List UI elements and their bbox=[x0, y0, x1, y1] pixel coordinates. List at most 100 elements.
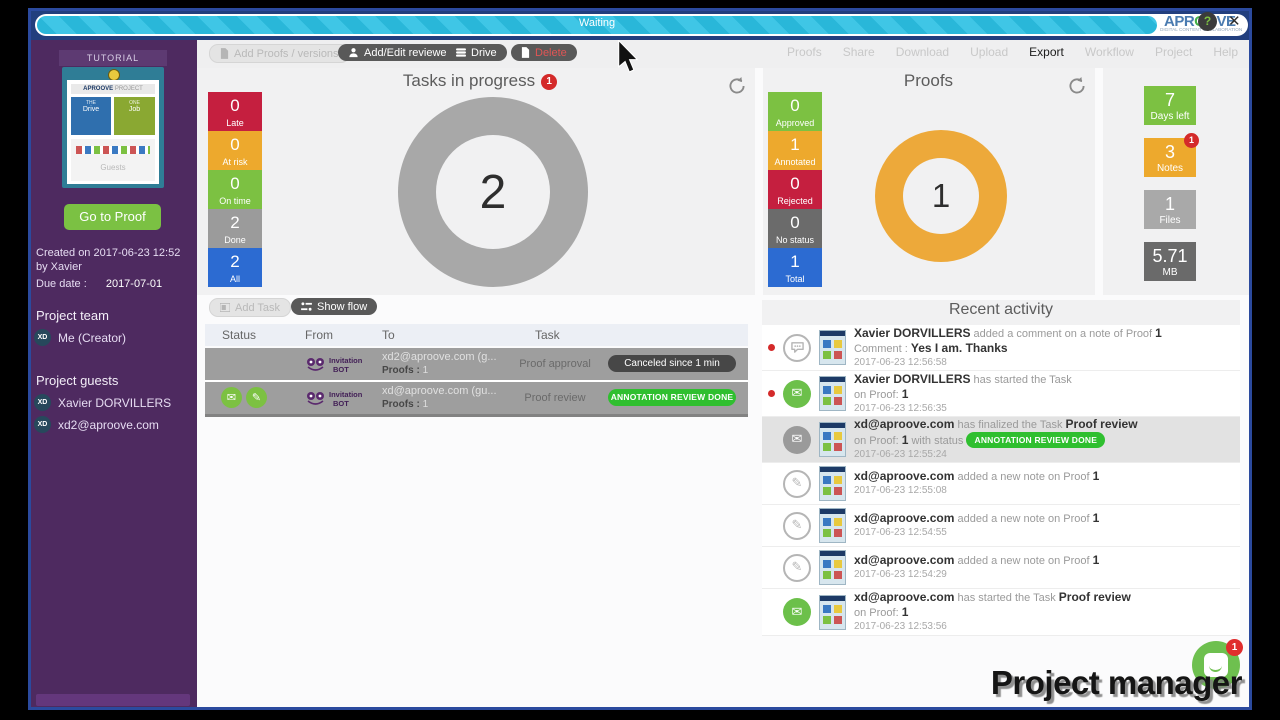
guest-row: XDxd2@aproove.com bbox=[34, 416, 159, 434]
thumbnail-avatars bbox=[76, 146, 150, 154]
top-menu: Proofs Share Download Upload Export Work… bbox=[800, 45, 1238, 59]
delete-button[interactable]: Delete bbox=[511, 44, 577, 61]
drive-button[interactable]: Drive bbox=[446, 44, 507, 61]
task-status-badge[interactable]: ANNOTATION REVIEW DONE bbox=[608, 389, 736, 406]
project-name-label: TUTORIAL bbox=[59, 50, 167, 66]
tasks-count-badge: 1 bbox=[541, 74, 557, 90]
stat-no-status: 0No status bbox=[768, 209, 822, 248]
thumbnail-job-box: ONEJob bbox=[114, 97, 155, 135]
menu-item-proofs[interactable]: Proofs bbox=[787, 45, 822, 59]
activity-item[interactable]: ✉ Xavier DORVILLERS has started the Task… bbox=[762, 371, 1240, 417]
help-icon[interactable]: ? bbox=[1198, 12, 1217, 31]
proof-thumbnail[interactable] bbox=[819, 422, 846, 457]
due-date-row: Due date : 2017-07-01 bbox=[36, 277, 162, 291]
refresh-icon[interactable] bbox=[726, 75, 748, 97]
menu-item-download[interactable]: Download bbox=[896, 45, 949, 59]
stat-approved: 0Approved bbox=[768, 92, 822, 131]
due-date-value: 2017-07-01 bbox=[106, 278, 162, 290]
guest-row: XDXavier DORVILLERS bbox=[34, 394, 171, 412]
col-from: From bbox=[305, 328, 333, 342]
activity-item[interactable]: ✎ xd@aproove.com added a new note on Pro… bbox=[762, 463, 1240, 505]
task-icon bbox=[220, 303, 230, 312]
close-icon[interactable]: ✕ bbox=[1228, 12, 1241, 30]
comment-icon bbox=[783, 334, 811, 362]
invitation-bot-icon bbox=[305, 390, 327, 406]
mail-icon[interactable]: ✉ bbox=[221, 387, 242, 408]
proof-thumbnail[interactable] bbox=[819, 466, 846, 501]
project-guests-title: Project guests bbox=[36, 373, 118, 388]
tasks-panel-title: Tasks in progress1 bbox=[205, 71, 755, 91]
stat-all: 2All bbox=[208, 248, 262, 287]
size-tile: 5.71MB bbox=[1144, 242, 1196, 281]
activity-title: Recent activity bbox=[762, 301, 1240, 319]
col-status: Status bbox=[222, 328, 256, 342]
task-row[interactable]: ✉ ✎ Invitation BOT xd@aproove.com (gu...… bbox=[205, 382, 748, 417]
proof-thumbnail[interactable] bbox=[819, 376, 846, 411]
thumbnail-header: APROOVE PROJECT bbox=[71, 84, 155, 94]
proof-thumbnail[interactable] bbox=[819, 595, 846, 630]
sidebar-scrollbar[interactable] bbox=[36, 694, 190, 706]
mail-plus-icon: ✉ bbox=[783, 426, 811, 454]
mouse-cursor bbox=[617, 40, 639, 78]
invitation-bot-icon bbox=[305, 356, 327, 372]
activity-item[interactable]: ✉ xd@aproove.com has started the Task Pr… bbox=[762, 589, 1240, 636]
document-icon bbox=[521, 47, 530, 58]
pencil-icon: ✎ bbox=[783, 512, 811, 540]
screen: Waiting APROOVE DIGITAL CONTENT COLLABOR… bbox=[0, 0, 1280, 720]
proofs-donut-chart: 1 bbox=[875, 130, 1007, 262]
notes-badge: 1 bbox=[1184, 133, 1199, 148]
show-flow-button[interactable]: Show flow bbox=[291, 298, 377, 315]
flow-icon bbox=[301, 302, 312, 311]
panel-gap bbox=[755, 68, 763, 295]
task-cell: Proof approval bbox=[500, 358, 610, 370]
mail-icon: ✉ bbox=[783, 598, 811, 626]
created-info: Created on 2017-06-23 12:52 by Xavier bbox=[36, 246, 188, 274]
menu-item-help[interactable]: Help bbox=[1213, 45, 1238, 59]
proofs-panel-title: Proofs bbox=[765, 71, 1092, 91]
proof-thumbnail[interactable] bbox=[819, 508, 846, 543]
go-to-proof-button[interactable]: Go to Proof bbox=[64, 204, 161, 230]
dashboard-band bbox=[197, 68, 1249, 295]
due-date-label: Due date : bbox=[36, 278, 87, 290]
task-cell: Proof review bbox=[500, 392, 610, 404]
activity-item[interactable]: ✉ xd@aproove.com has finalized the Task … bbox=[762, 417, 1240, 463]
unread-dot bbox=[768, 344, 775, 351]
menu-item-upload[interactable]: Upload bbox=[970, 45, 1008, 59]
person-icon bbox=[348, 47, 359, 58]
video-caption: Project manager bbox=[940, 664, 1242, 702]
days-left-tile: 7Days left bbox=[1144, 86, 1196, 125]
menu-item-export[interactable]: Export bbox=[1029, 45, 1064, 59]
add-proofs-button[interactable]: Add Proofs / versions bbox=[209, 44, 350, 63]
task-status-badge[interactable]: Canceled since 1 min bbox=[608, 355, 736, 372]
stat-rejected: 0Rejected bbox=[768, 170, 822, 209]
menu-item-workflow[interactable]: Workflow bbox=[1085, 45, 1134, 59]
chat-unread-badge: 1 bbox=[1226, 639, 1243, 656]
activity-item[interactable]: ✎ xd@aproove.com added a new note on Pro… bbox=[762, 505, 1240, 547]
tasks-donut-chart: 2 bbox=[398, 97, 588, 287]
task-table-header: Status From To Task bbox=[205, 324, 748, 346]
add-task-button[interactable]: Add Task bbox=[209, 298, 291, 317]
menu-item-share[interactable]: Share bbox=[843, 45, 875, 59]
unread-dot bbox=[768, 390, 775, 397]
tasks-donut-value: 2 bbox=[436, 135, 550, 249]
stat-at-risk: 0At risk bbox=[208, 131, 262, 170]
document-icon bbox=[220, 48, 229, 59]
panel-gap bbox=[1095, 68, 1103, 295]
pencil-icon: ✎ bbox=[783, 554, 811, 582]
stat-total: 1Total bbox=[768, 248, 822, 287]
task-row[interactable]: Invitation BOT xd2@aproove.com (g... Pro… bbox=[205, 348, 748, 382]
stat-on-time: 0On time bbox=[208, 170, 262, 209]
proof-thumbnail[interactable] bbox=[819, 330, 846, 365]
files-tile: 1Files bbox=[1144, 190, 1196, 229]
stat-late: 0Late bbox=[208, 92, 262, 131]
project-team-title: Project team bbox=[36, 308, 109, 323]
proof-thumbnail[interactable] bbox=[819, 550, 846, 585]
edit-icon[interactable]: ✎ bbox=[246, 387, 267, 408]
menu-item-project[interactable]: Project bbox=[1155, 45, 1192, 59]
thumbnail-drive-box: THEDrive bbox=[71, 97, 111, 135]
activity-item[interactable]: ✎ xd@aproove.com added a new note on Pro… bbox=[762, 547, 1240, 589]
window-status-label: Waiting bbox=[37, 17, 1157, 29]
activity-item[interactable]: Xavier DORVILLERS added a comment on a n… bbox=[762, 325, 1240, 371]
refresh-icon[interactable] bbox=[1066, 75, 1088, 97]
col-to: To bbox=[382, 328, 395, 342]
